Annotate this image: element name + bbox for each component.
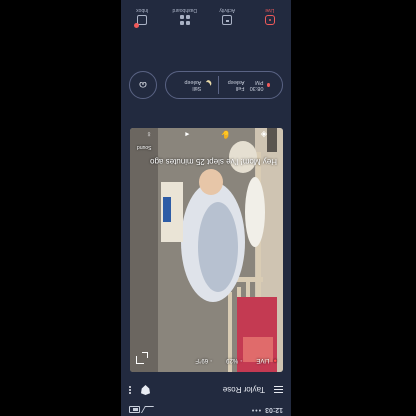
caption-meta: Sound xyxy=(137,144,277,150)
app-header: Taylor Rose xyxy=(121,378,291,402)
drop-icon: ◦ xyxy=(240,357,243,363)
activity-icon xyxy=(222,15,233,25)
shield-control-icon[interactable]: ◈ xyxy=(260,131,268,140)
nav-live[interactable]: Live xyxy=(252,7,288,25)
video-controls: ◈ ✋ ◂ ♁ xyxy=(130,128,283,142)
phone-screen: 12:03 ••• Taylor Rose ● LIVE ◦ %29 ◦ 69°… xyxy=(121,0,291,416)
live-label: LIVE xyxy=(256,357,270,363)
sleep-caption: Hey Mom! I've slept 25 minutes ago xyxy=(150,157,277,166)
camera-icon xyxy=(264,15,275,25)
nav-inbox-label: Inbox xyxy=(136,7,149,13)
caption-meta-right: Sound xyxy=(137,144,152,150)
humidity-readout: ◦ %29 xyxy=(226,357,242,363)
dashboard-icon xyxy=(179,15,190,25)
fell-asleep-time: 08:30 PM xyxy=(249,79,264,91)
rotated-app-view: 12:03 ••• Taylor Rose ● LIVE ◦ %29 ◦ 69°… xyxy=(121,0,291,416)
fell-asleep-col: 08:30 PM Fell Asleep xyxy=(227,79,270,91)
battery-icon xyxy=(129,406,140,414)
humidity-value: %29 xyxy=(226,357,239,363)
nav-dashboard[interactable]: Dashboard xyxy=(167,7,203,25)
fullscreen-icon[interactable] xyxy=(136,356,144,364)
baby-name-selector[interactable]: Taylor Rose xyxy=(223,386,265,395)
temperature-value: 69°F xyxy=(195,357,209,363)
thermometer-icon: ◦ xyxy=(210,357,213,363)
live-video-feed[interactable]: ● LIVE ◦ %29 ◦ 69°F Hey Mom! I've slept 25 … xyxy=(130,128,283,372)
hamburger-menu-icon[interactable] xyxy=(274,386,283,394)
sleep-status-row: 08:30 PM Fell Asleep Still Asleep ɷ xyxy=(129,70,283,100)
nav-activity-label: Activity xyxy=(219,7,236,13)
fell-asleep-label: Fell Asleep xyxy=(227,79,245,91)
temperature-readout: ◦ 69°F xyxy=(195,357,212,363)
nav-live-label: Live xyxy=(265,7,275,13)
live-indicator: ● LIVE xyxy=(256,357,277,363)
header-actions xyxy=(129,385,150,395)
moon-icon xyxy=(204,81,211,89)
status-bar: 12:03 ••• xyxy=(121,404,291,416)
shield-icon[interactable] xyxy=(141,385,150,395)
nav-activity[interactable]: Activity xyxy=(209,7,245,25)
sleep-status-pill[interactable]: 08:30 PM Fell Asleep Still Asleep xyxy=(165,71,283,99)
hand-icon[interactable]: ✋ xyxy=(221,131,231,140)
inbox-badge xyxy=(134,23,140,28)
bottom-navigation: Live Activity Dashboard Inbox xyxy=(121,0,291,34)
pill-divider xyxy=(218,76,220,94)
footprints-icon: ɷ xyxy=(139,79,147,91)
more-options-icon[interactable] xyxy=(129,386,131,394)
signal-icon xyxy=(140,406,155,414)
clock: 12:03 xyxy=(265,406,283,414)
nav-inbox[interactable]: Inbox xyxy=(124,7,160,28)
inbox-icon xyxy=(134,15,148,28)
video-overlay-top: ● LIVE ◦ %29 ◦ 69°F xyxy=(130,348,283,372)
nav-dashboard-label: Dashboard xyxy=(172,7,197,13)
notification-dots: ••• xyxy=(250,406,262,414)
still-asleep-col: Still Asleep xyxy=(178,79,210,91)
sleep-mode-button[interactable]: ɷ xyxy=(129,71,157,99)
status-icons xyxy=(129,406,155,414)
asleep-dot-icon xyxy=(267,83,270,87)
light-bulb-icon[interactable]: ♁ xyxy=(145,131,153,140)
still-asleep-label: Still Asleep xyxy=(184,79,202,91)
speaker-icon[interactable]: ◂ xyxy=(183,131,191,140)
